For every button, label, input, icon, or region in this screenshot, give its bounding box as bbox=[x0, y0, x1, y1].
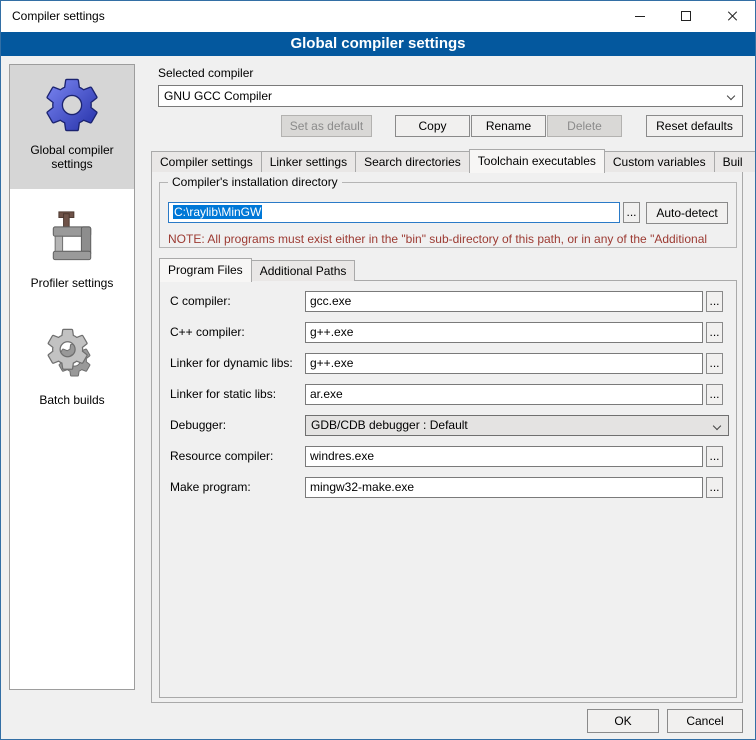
set-as-default-button[interactable]: Set as default bbox=[281, 115, 372, 137]
program-files-subtabstrip: Program Files Additional Paths bbox=[159, 259, 354, 281]
tab-toolchain-executables[interactable]: Toolchain executables bbox=[469, 149, 605, 173]
cpp-compiler-label: C++ compiler: bbox=[170, 325, 245, 339]
icon-wrap bbox=[10, 210, 134, 270]
selected-compiler-label: Selected compiler bbox=[158, 66, 253, 80]
tab-compiler-settings[interactable]: Compiler settings bbox=[151, 151, 262, 172]
profiler-clamp-icon bbox=[42, 210, 102, 270]
static-linker-input[interactable]: ar.exe bbox=[305, 384, 703, 405]
cpp-compiler-browse-button[interactable]: ... bbox=[706, 322, 723, 343]
subtab-program-files[interactable]: Program Files bbox=[159, 258, 252, 282]
resource-compiler-label: Resource compiler: bbox=[170, 449, 273, 463]
static-linker-label: Linker for static libs: bbox=[170, 387, 276, 401]
chevron-down-icon bbox=[727, 92, 735, 100]
form-row-dynamic-linker: Linker for dynamic libs: g++.exe ... bbox=[160, 353, 736, 375]
dialog-header: Global compiler settings bbox=[1, 32, 755, 56]
installation-directory-groupbox: Compiler's installation directory C:\ray… bbox=[159, 182, 737, 248]
installation-directory-value: C:\raylib\MinGW bbox=[173, 205, 262, 219]
icon-wrap bbox=[10, 73, 134, 137]
settings-sidebar: Global compiler settings Profiler settin… bbox=[9, 64, 135, 690]
tab-build-options-truncated[interactable]: Buil bbox=[714, 151, 756, 172]
installation-directory-browse-button[interactable]: ... bbox=[623, 202, 640, 223]
reset-defaults-button[interactable]: Reset defaults bbox=[646, 115, 743, 137]
maximize-button[interactable] bbox=[663, 1, 709, 31]
dialog-body: Global compiler settings Profiler settin… bbox=[1, 56, 755, 739]
minimize-icon bbox=[635, 16, 645, 17]
dynamic-linker-value: g++.exe bbox=[310, 356, 353, 370]
close-icon bbox=[726, 10, 738, 22]
titlebar: Compiler settings bbox=[1, 1, 755, 32]
form-row-make-program: Make program: mingw32-make.exe ... bbox=[160, 477, 736, 499]
c-compiler-input[interactable]: gcc.exe bbox=[305, 291, 703, 312]
icon-wrap bbox=[10, 323, 134, 387]
static-linker-browse-button[interactable]: ... bbox=[706, 384, 723, 405]
tab-linker-settings[interactable]: Linker settings bbox=[261, 151, 356, 172]
chevron-down-icon bbox=[713, 422, 721, 430]
selected-compiler-value: GNU GCC Compiler bbox=[164, 89, 272, 103]
subtab-additional-paths[interactable]: Additional Paths bbox=[251, 260, 356, 281]
dynamic-linker-label: Linker for dynamic libs: bbox=[170, 356, 293, 370]
resource-compiler-input[interactable]: windres.exe bbox=[305, 446, 703, 467]
window-title: Compiler settings bbox=[12, 1, 105, 32]
sidebar-item-label: Profiler settings bbox=[10, 276, 134, 290]
installation-directory-input[interactable]: C:\raylib\MinGW bbox=[168, 202, 620, 223]
delete-button[interactable]: Delete bbox=[547, 115, 622, 137]
ok-button[interactable]: OK bbox=[587, 709, 659, 733]
cpp-compiler-value: g++.exe bbox=[310, 325, 353, 339]
form-row-resource-compiler: Resource compiler: windres.exe ... bbox=[160, 446, 736, 468]
selected-compiler-dropdown[interactable]: GNU GCC Compiler bbox=[158, 85, 743, 107]
close-button[interactable] bbox=[709, 1, 755, 31]
make-program-label: Make program: bbox=[170, 480, 251, 494]
tab-custom-variables[interactable]: Custom variables bbox=[604, 151, 715, 172]
batch-builds-gear-icon bbox=[40, 323, 104, 387]
auto-detect-button[interactable]: Auto-detect bbox=[646, 202, 728, 224]
tab-search-directories[interactable]: Search directories bbox=[355, 151, 470, 172]
static-linker-value: ar.exe bbox=[310, 387, 343, 401]
resource-compiler-browse-button[interactable]: ... bbox=[706, 446, 723, 467]
c-compiler-value: gcc.exe bbox=[310, 294, 351, 308]
c-compiler-browse-button[interactable]: ... bbox=[706, 291, 723, 312]
sidebar-item-label: Global compiler settings bbox=[10, 143, 134, 171]
debugger-dropdown[interactable]: GDB/CDB debugger : Default bbox=[305, 415, 729, 436]
minimize-button[interactable] bbox=[617, 1, 663, 31]
dialog-header-title: Global compiler settings bbox=[290, 35, 465, 52]
debugger-label: Debugger: bbox=[170, 418, 226, 432]
make-program-input[interactable]: mingw32-make.exe bbox=[305, 477, 703, 498]
compiler-gear-icon bbox=[40, 73, 104, 137]
installation-directory-note: NOTE: All programs must exist either in … bbox=[168, 232, 730, 246]
form-row-static-linker: Linker for static libs: ar.exe ... bbox=[160, 384, 736, 406]
caption-buttons bbox=[617, 1, 755, 31]
form-row-debugger: Debugger: GDB/CDB debugger : Default bbox=[160, 415, 736, 437]
form-row-c-compiler: C compiler: gcc.exe ... bbox=[160, 291, 736, 313]
dynamic-linker-input[interactable]: g++.exe bbox=[305, 353, 703, 374]
sidebar-item-global-compiler-settings[interactable]: Global compiler settings bbox=[10, 65, 134, 189]
c-compiler-label: C compiler: bbox=[170, 294, 231, 308]
make-program-browse-button[interactable]: ... bbox=[706, 477, 723, 498]
settings-tabstrip: Compiler settings Linker settings Search… bbox=[151, 150, 756, 172]
resource-compiler-value: windres.exe bbox=[310, 449, 374, 463]
program-files-panel: C compiler: gcc.exe ... C++ compiler: g+… bbox=[159, 280, 737, 698]
form-row-cpp-compiler: C++ compiler: g++.exe ... bbox=[160, 322, 736, 344]
cancel-button[interactable]: Cancel bbox=[667, 709, 743, 733]
make-program-value: mingw32-make.exe bbox=[310, 480, 414, 494]
sidebar-item-profiler-settings[interactable]: Profiler settings bbox=[10, 202, 134, 302]
sidebar-item-label: Batch builds bbox=[10, 393, 134, 407]
debugger-value: GDB/CDB debugger : Default bbox=[311, 418, 468, 432]
rename-button[interactable]: Rename bbox=[471, 115, 546, 137]
dynamic-linker-browse-button[interactable]: ... bbox=[706, 353, 723, 374]
sidebar-item-batch-builds[interactable]: Batch builds bbox=[10, 315, 134, 419]
compiler-settings-window: Compiler settings Global compiler settin… bbox=[0, 0, 756, 740]
installation-directory-group-title: Compiler's installation directory bbox=[168, 175, 342, 189]
cpp-compiler-input[interactable]: g++.exe bbox=[305, 322, 703, 343]
maximize-icon bbox=[681, 11, 691, 21]
copy-button[interactable]: Copy bbox=[395, 115, 470, 137]
